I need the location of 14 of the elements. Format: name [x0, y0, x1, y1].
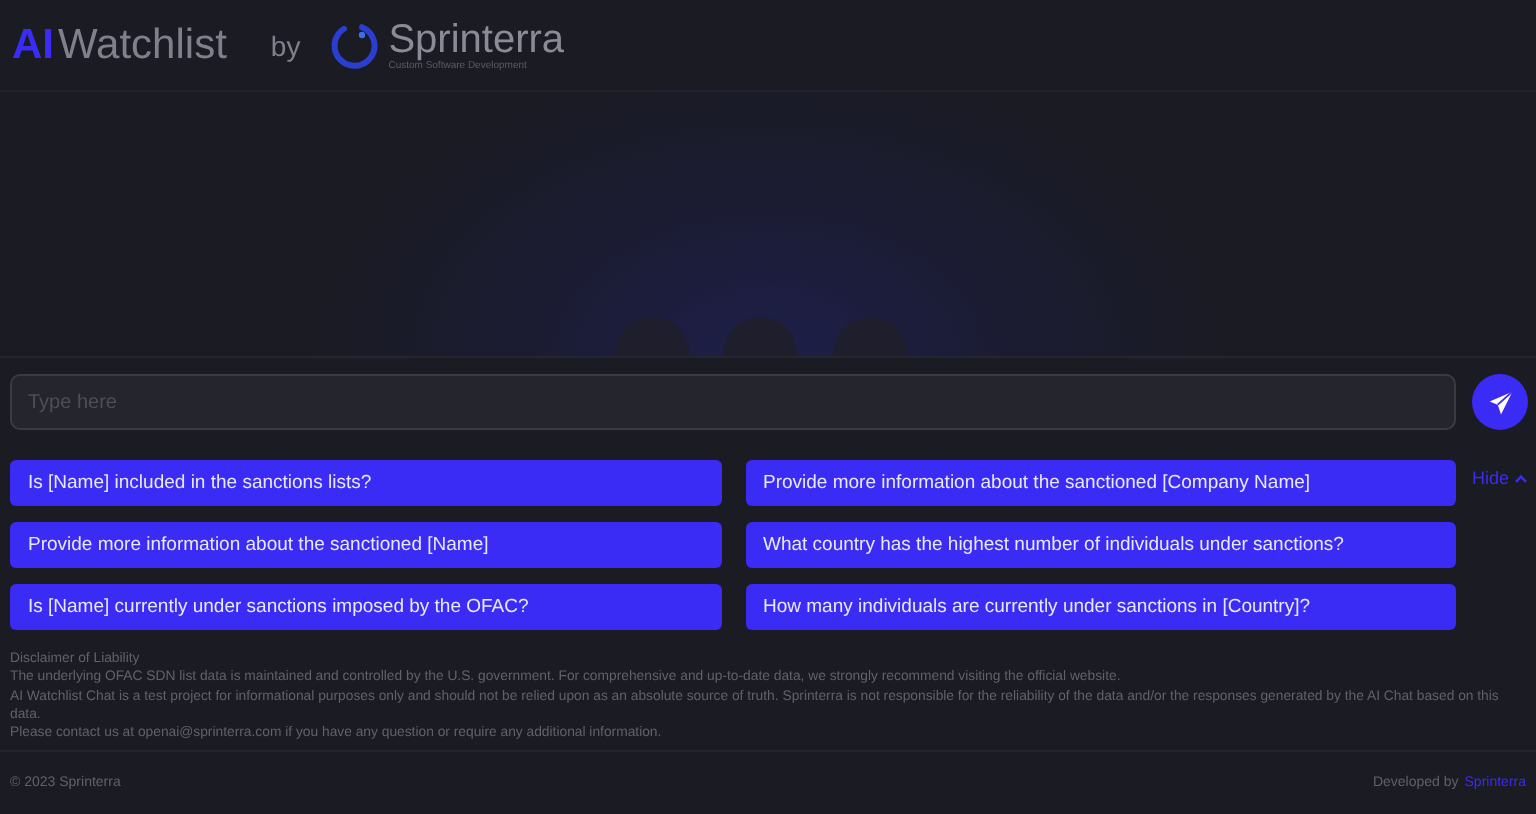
logo-accent: AI [12, 21, 54, 69]
logo-name: Watchlist [58, 21, 227, 69]
suggestion-button[interactable]: Provide more information about the sanctioned [Name] [10, 522, 721, 568]
send-button[interactable] [1472, 374, 1528, 430]
by-label: by [270, 29, 301, 61]
suggestion-button[interactable]: Is [Name] currently under sanctions imposed by the OFAC? [10, 584, 721, 630]
paper-plane-icon [1487, 389, 1513, 415]
partner-name: Sprinterra [388, 19, 565, 59]
suggestion-button[interactable]: Provide more information about the sanctioned [Company Name] [745, 460, 1456, 506]
suggestion-button[interactable]: Is [Name] included in the sanctions lists? [10, 460, 721, 506]
ring-logo-icon [328, 19, 381, 71]
caret-icon [1513, 473, 1528, 483]
suggestion-button[interactable]: How many individuals are currently under sanctions in [Country]? [745, 584, 1456, 630]
suggestion-button[interactable]: What country has the highest number of individuals under sanctions? [745, 522, 1456, 568]
